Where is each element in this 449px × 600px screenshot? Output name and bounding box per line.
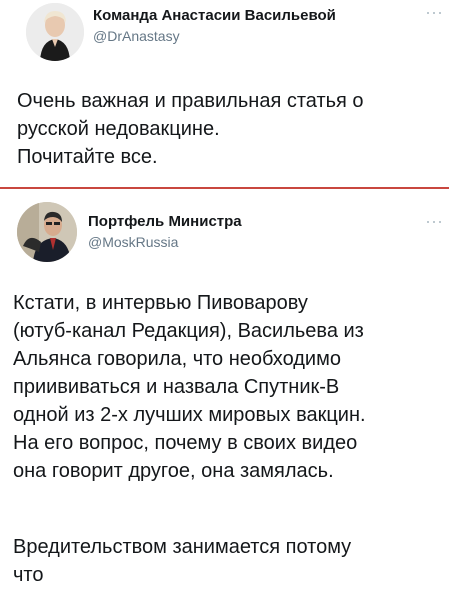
more-options-icon[interactable] (427, 220, 441, 224)
author-name[interactable]: Команда Анастасии Васильевой (93, 7, 336, 24)
avatar-portrait-image (26, 3, 84, 61)
author-name[interactable]: Портфель Министра (88, 213, 242, 230)
tweet-text: Кстати, в интервью Пивоварову (ютуб-кана… (13, 292, 366, 482)
avatar[interactable] (26, 3, 84, 61)
tweet-text: Очень важная и правильная статья о русск… (17, 90, 364, 168)
avatar-portrait-image (17, 202, 77, 262)
tweet-card-1: Команда Анастасии Васильевой @DrAnastasy… (0, 0, 449, 188)
tweet-text-continued: Вредительством занимается потому что (13, 536, 352, 586)
avatar[interactable] (17, 202, 77, 262)
divider (0, 187, 449, 189)
author-handle[interactable]: @MoskRussia (88, 234, 178, 250)
more-options-icon[interactable] (427, 11, 441, 15)
author-handle[interactable]: @DrAnastasy (93, 28, 180, 44)
